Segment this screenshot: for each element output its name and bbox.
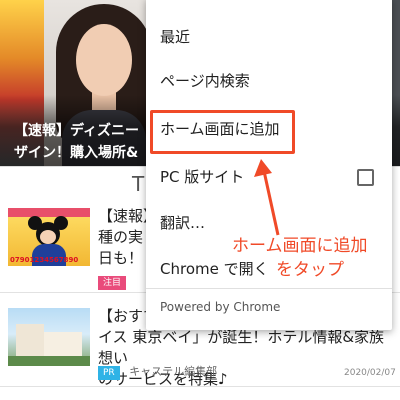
menu-item-recent[interactable]: 最近 xyxy=(146,14,392,60)
menu-item-find-in-page[interactable]: ページ内検索 xyxy=(146,58,392,104)
tag-badge: PR xyxy=(98,366,120,380)
desktop-site-checkbox[interactable] xyxy=(357,169,374,186)
annotation-arrow-icon xyxy=(254,159,280,236)
author-name: キャステル編集部 xyxy=(129,365,218,378)
article-thumbnail: 07901234567890 xyxy=(8,208,90,266)
powered-by-chrome: Powered by Chrome xyxy=(160,300,281,314)
annotation-callout: ホーム画面に追加 をタップ xyxy=(232,236,368,280)
highlight-box xyxy=(150,110,295,154)
tag-badge: 注目 xyxy=(98,276,127,290)
section-heading: T xyxy=(132,172,145,196)
article-date: 2020/02/07 xyxy=(344,368,396,378)
article-thumbnail xyxy=(8,308,90,366)
